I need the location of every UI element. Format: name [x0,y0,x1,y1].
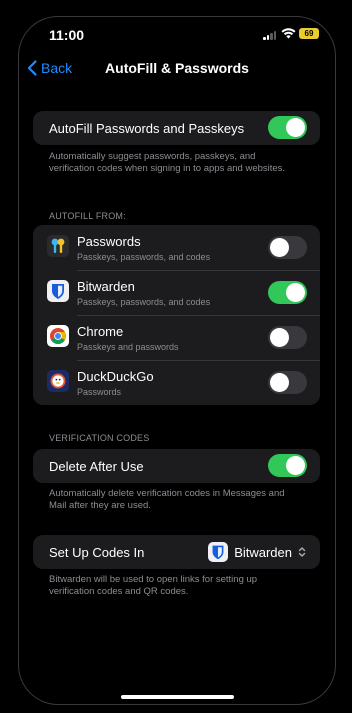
verification-codes-header: VERIFICATION CODES [49,433,150,443]
status-bar: 11:00 69 [19,17,335,53]
autofill-apps-list: Passwords Passkeys, passwords, and codes… [33,225,320,405]
duckduckgo-icon [47,370,69,392]
wifi-icon [281,28,296,39]
app-row-chrome[interactable]: Chrome Passkeys and passwords [33,315,320,360]
battery-icon: 69 [299,28,319,39]
app-row-duckduckgo[interactable]: DuckDuckGo Passwords [33,360,320,405]
phone-frame: 11:00 69 Back AutoFill & Passwords AutoF… [18,16,336,705]
navigation-bar: Back AutoFill & Passwords [19,57,335,87]
app-name: Passwords [77,234,141,249]
app-row-bitwarden[interactable]: Bitwarden Passkeys, passwords, and codes [33,270,320,315]
status-time: 11:00 [49,27,85,43]
delete-after-use-label: Delete After Use [49,459,144,474]
duckduckgo-toggle[interactable] [268,371,307,394]
chrome-toggle[interactable] [268,326,307,349]
app-row-passwords[interactable]: Passwords Passkeys, passwords, and codes [33,225,320,270]
delete-after-use-caption: Automatically delete verification codes … [49,488,285,511]
setup-codes-label: Set Up Codes In [49,545,145,560]
autofill-from-header: AUTOFILL FROM: [49,211,126,221]
chevron-up-down-icon [298,547,306,557]
cellular-signal-icon [263,31,277,40]
app-name: DuckDuckGo [77,369,154,384]
app-name: Bitwarden [77,279,135,294]
setup-codes-value: Bitwarden [234,544,292,560]
autofill-passwords-row[interactable]: AutoFill Passwords and Passkeys [33,111,320,145]
autofill-caption: Automatically suggest passwords, passkey… [49,151,286,174]
setup-codes-row[interactable]: Set Up Codes In Bitwarden [33,535,320,569]
app-subtitle: Passkeys, passwords, and codes [77,252,211,262]
bitwarden-shield-icon [208,542,229,562]
autofill-group: AutoFill Passwords and Passkeys [33,111,320,145]
app-name: Chrome [77,324,124,339]
setup-codes-caption: Bitwarden will be used to open links for… [49,574,258,597]
autofill-passwords-label: AutoFill Passwords and Passkeys [49,121,245,136]
delete-after-use-row[interactable]: Delete After Use [33,449,320,483]
app-subtitle: Passkeys and passwords [77,342,179,352]
bitwarden-toggle[interactable] [268,281,307,304]
verification-group: Delete After Use [33,449,320,483]
setup-codes-picker[interactable]: Bitwarden [208,541,306,563]
setup-codes-group: Set Up Codes In Bitwarden [33,535,320,569]
key-icon [47,235,69,257]
chrome-icon [47,325,69,347]
bitwarden-shield-icon [47,280,69,302]
app-subtitle: Passkeys, passwords, and codes [77,297,211,307]
app-subtitle: Passwords [77,387,122,397]
passwords-toggle[interactable] [268,236,307,259]
autofill-passwords-toggle[interactable] [268,116,307,139]
page-title: AutoFill & Passwords [105,60,249,76]
delete-after-use-toggle[interactable] [268,454,307,477]
home-indicator[interactable] [121,695,234,699]
